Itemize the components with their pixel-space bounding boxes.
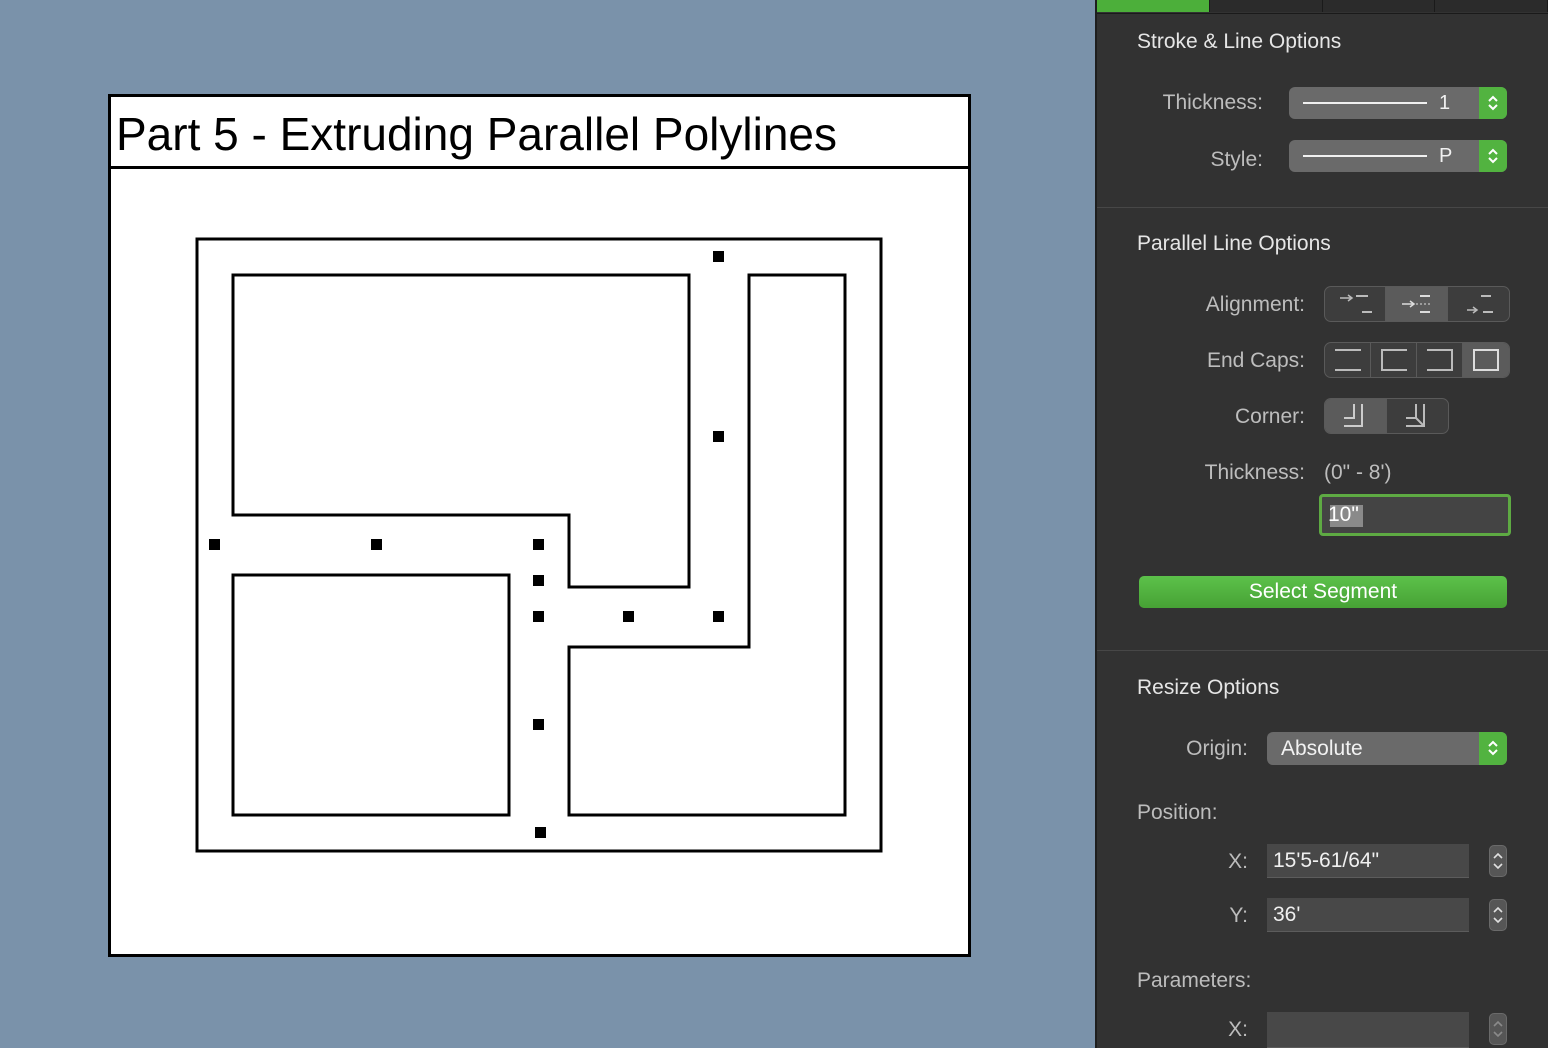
- position-label: Position:: [1137, 801, 1218, 824]
- parameters-label: Parameters:: [1137, 969, 1252, 992]
- thickness-range: (0" - 8'): [1324, 461, 1392, 484]
- position-y-stepper[interactable]: [1489, 899, 1507, 931]
- stroke-thickness-label: Thickness:: [1162, 91, 1263, 114]
- param-x-label: X:: [1228, 1018, 1248, 1041]
- parallel-thickness-input[interactable]: [1328, 502, 1498, 528]
- section-divider: [1097, 207, 1548, 208]
- line-sample: [1303, 155, 1427, 157]
- corner-miter-icon[interactable]: [1387, 399, 1449, 433]
- align-right-icon[interactable]: [1448, 287, 1509, 321]
- polyline-handle[interactable]: [535, 827, 546, 838]
- origin-select[interactable]: Absolute: [1267, 732, 1507, 765]
- section-divider: [1097, 650, 1548, 651]
- param-x-stepper[interactable]: [1489, 1013, 1507, 1045]
- position-y-input[interactable]: [1273, 903, 1463, 927]
- polyline-handle[interactable]: [533, 719, 544, 730]
- position-y-field[interactable]: [1267, 898, 1469, 932]
- polyline-handle[interactable]: [713, 251, 724, 262]
- room-bottom-left[interactable]: [231, 573, 511, 817]
- tab-1[interactable]: [1097, 0, 1210, 12]
- up-down-chevron-icon[interactable]: [1479, 87, 1507, 119]
- polyline-handle[interactable]: [371, 539, 382, 550]
- stroke-thickness-value: 1: [1439, 92, 1451, 114]
- polyline-handle[interactable]: [533, 611, 544, 622]
- polyline-handle[interactable]: [533, 539, 544, 550]
- cap-both-icon[interactable]: [1463, 343, 1509, 377]
- cap-start-icon[interactable]: [1371, 343, 1417, 377]
- corner-square-icon[interactable]: [1325, 399, 1387, 433]
- cap-none-icon[interactable]: [1325, 343, 1371, 377]
- position-x-input[interactable]: [1273, 849, 1463, 873]
- up-down-chevron-icon[interactable]: [1479, 140, 1507, 172]
- select-segment-button[interactable]: Select Segment: [1139, 576, 1507, 608]
- tab-2[interactable]: [1209, 0, 1323, 12]
- inspector-panel: Stroke & Line Options Thickness: 1 Style…: [1095, 0, 1548, 1048]
- stroke-section-title: Stroke & Line Options: [1137, 30, 1342, 53]
- line-sample: [1303, 102, 1427, 104]
- parallel-thickness-label: Thickness:: [1204, 461, 1305, 484]
- corner-segmented-control: [1324, 398, 1449, 434]
- stroke-style-value: P: [1439, 145, 1453, 167]
- alignment-segmented-control: [1324, 286, 1510, 322]
- origin-label: Origin:: [1186, 737, 1248, 760]
- param-x-field[interactable]: [1267, 1012, 1469, 1048]
- position-x-field[interactable]: [1267, 844, 1469, 878]
- polyline-handle[interactable]: [533, 575, 544, 586]
- stroke-style-label: Style:: [1210, 148, 1263, 171]
- position-x-stepper[interactable]: [1489, 845, 1507, 877]
- stroke-style-popup[interactable]: P: [1289, 140, 1507, 172]
- resize-section-title: Resize Options: [1137, 676, 1280, 699]
- polyline-handle[interactable]: [713, 611, 724, 622]
- room-right[interactable]: [567, 273, 847, 817]
- tab-4[interactable]: [1435, 0, 1548, 12]
- parallel-section-title: Parallel Line Options: [1137, 232, 1331, 255]
- drawing-canvas[interactable]: Part 5 - Extruding Parallel Polylines: [0, 0, 1095, 1048]
- align-center-icon[interactable]: [1386, 287, 1448, 321]
- endcaps-segmented-control: [1324, 342, 1510, 378]
- endcaps-label: End Caps:: [1206, 349, 1305, 372]
- polyline-handle[interactable]: [713, 431, 724, 442]
- position-x-label: X:: [1228, 850, 1248, 873]
- up-down-chevron-icon[interactable]: [1479, 732, 1507, 765]
- parallel-thickness-field[interactable]: [1319, 494, 1511, 536]
- param-x-input[interactable]: [1273, 1017, 1463, 1041]
- floorplan-drawing[interactable]: [0, 0, 1095, 1048]
- origin-value: Absolute: [1281, 737, 1363, 760]
- tab-3[interactable]: [1322, 0, 1436, 12]
- stroke-thickness-popup[interactable]: 1: [1289, 87, 1507, 119]
- align-left-icon[interactable]: [1325, 287, 1387, 321]
- polyline-handle[interactable]: [209, 539, 220, 550]
- inspector-tabs: [1097, 0, 1548, 14]
- room-top-left[interactable]: [231, 273, 691, 589]
- cap-end-icon[interactable]: [1417, 343, 1463, 377]
- alignment-label: Alignment:: [1205, 293, 1305, 316]
- corner-label: Corner:: [1234, 405, 1305, 428]
- polyline-handle[interactable]: [623, 611, 634, 622]
- position-y-label: Y:: [1229, 904, 1248, 927]
